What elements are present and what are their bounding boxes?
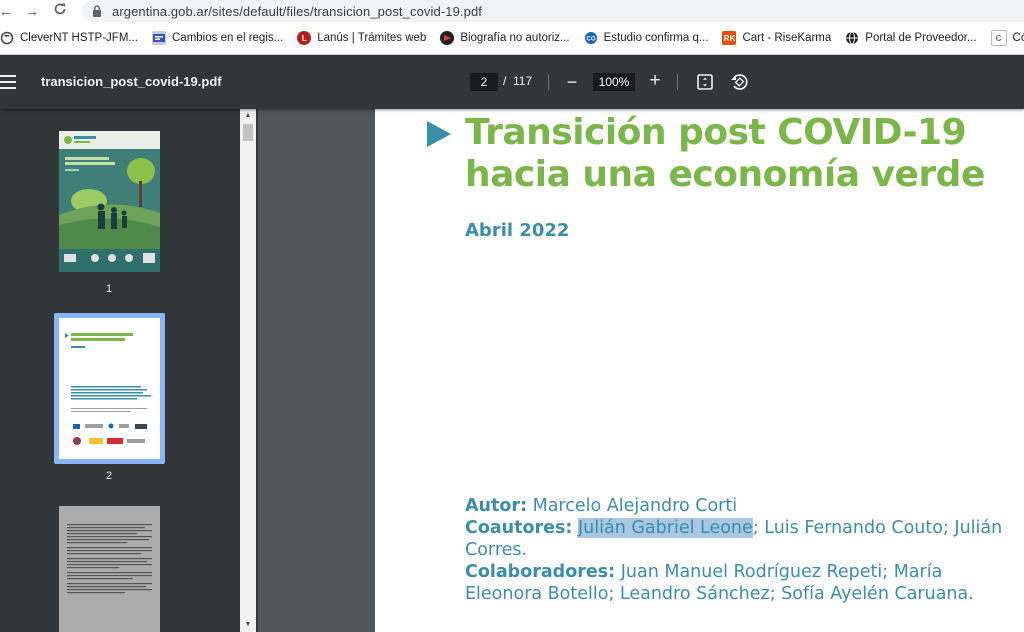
back-icon[interactable]: ← [0,3,16,20]
author-label: Autor: [465,496,528,516]
page-separator: / [503,74,507,88]
bookmark-label: Cart - RiseKarma [742,32,832,44]
document-date: Abril 2022 [465,220,570,241]
menu-icon[interactable] [0,75,18,89]
scrollbar-thumb[interactable] [243,124,253,141]
url-text[interactable]: argentina.gob.ar/sites/default/files/tra… [112,4,482,19]
page-thumbnail-3[interactable] [59,506,160,632]
bookmark-label: Portal de Proveedor... [865,32,977,44]
news-icon [440,31,455,45]
globe-icon [845,31,860,45]
browser-toolbar: ← → argentina.gob.ar/sites/default/files… [0,0,1024,22]
lanus-icon: L [297,31,312,45]
thumbnail-number-2: 2 [105,470,113,482]
heading-line-1: Transición post COVID-19 [465,112,967,153]
bookmark-label: Biografía no autoriz... [460,32,570,44]
bookmark-estudio[interactable]: CO Estudio confirma q... [583,31,709,45]
cleverNT-icon [0,31,14,45]
bookmark-label: Cómo m [1012,32,1024,44]
pdf-page[interactable]: Transición post COVID-19 hacia una econo… [375,109,1024,632]
bookmark-cambios[interactable]: Cambios en el regis... [152,31,283,45]
bookmark-label: Estudio confirma q... [603,32,709,44]
bookmark-portal[interactable]: Portal de Proveedor... [845,31,977,45]
zoom-input[interactable]: 100% [593,73,635,91]
title-arrow-icon [427,121,451,147]
author-name: Marcelo Alejandro Corti [532,496,738,516]
bookmark-biografia[interactable]: Biografía no autoriz... [440,31,570,45]
page-thumbnail-1[interactable] [59,131,160,272]
bookmark-label: CleverNT HSTP-JFM... [20,32,138,44]
thumbnail-sidebar: 1 2 ▲ ▼ [0,109,258,632]
bookmarks-bar: CleverNT HSTP-JFM... Cambios en el regis… [0,22,1024,55]
risekarma-icon: RK [722,31,737,45]
zoom-in-button[interactable]: + [646,70,664,92]
document-heading: Transición post COVID-19 hacia una econo… [465,112,985,196]
bookmark-como[interactable]: C Cómo m [990,30,1024,46]
selected-text[interactable]: Julián Gabriel Leone [578,518,753,538]
scroll-up-arrow-icon[interactable]: ▲ [240,109,256,123]
zoom-out-button[interactable]: − [563,72,581,93]
study-icon: CO [583,31,598,45]
bookmark-label: Cambios en el regis... [172,32,284,44]
reload-icon[interactable] [50,2,70,20]
svg-text:CO: CO [586,37,595,43]
fit-page-icon[interactable] [696,73,714,96]
credits-block: Autor: Marcelo Alejandro Corti Coautores… [465,495,1010,605]
c-icon: C [990,30,1007,46]
address-bar[interactable]: argentina.gob.ar/sites/default/files/tra… [82,0,1024,22]
forward-icon[interactable]: → [22,3,42,20]
bookmark-clevernt[interactable]: CleverNT HSTP-JFM... [0,31,138,45]
page-thumbnail-2[interactable] [59,318,160,459]
page-total: 117 [513,74,533,88]
document-title: transicion_post_covid-19.pdf [41,74,222,89]
sidebar-scrollbar[interactable]: ▲ ▼ [240,109,256,632]
pdf-toolbar: transicion_post_covid-19.pdf 2 / 117 − 1… [0,55,1024,109]
thumbnail-number-1: 1 [105,283,113,295]
coauthors-label: Coautores: [465,518,573,538]
registry-icon [152,31,166,45]
rotate-icon[interactable] [729,72,749,97]
bookmark-risekarma[interactable]: RK Cart - RiseKarma [722,31,831,45]
lock-icon[interactable] [90,5,104,17]
scroll-down-arrow-icon[interactable]: ▼ [240,618,256,632]
collaborators-label: Colaboradores: [465,562,616,582]
toolbar-divider [548,74,549,90]
bookmark-lanus[interactable]: L Lanús | Trámites web [297,31,426,45]
heading-line-2: hacia una economía verde [465,154,985,195]
pdf-viewer[interactable]: Transición post COVID-19 hacia una econo… [258,109,1024,632]
bookmark-label: Lanús | Trámites web [317,32,427,44]
toolbar-divider [677,74,678,90]
page-number-input[interactable]: 2 [470,73,498,91]
